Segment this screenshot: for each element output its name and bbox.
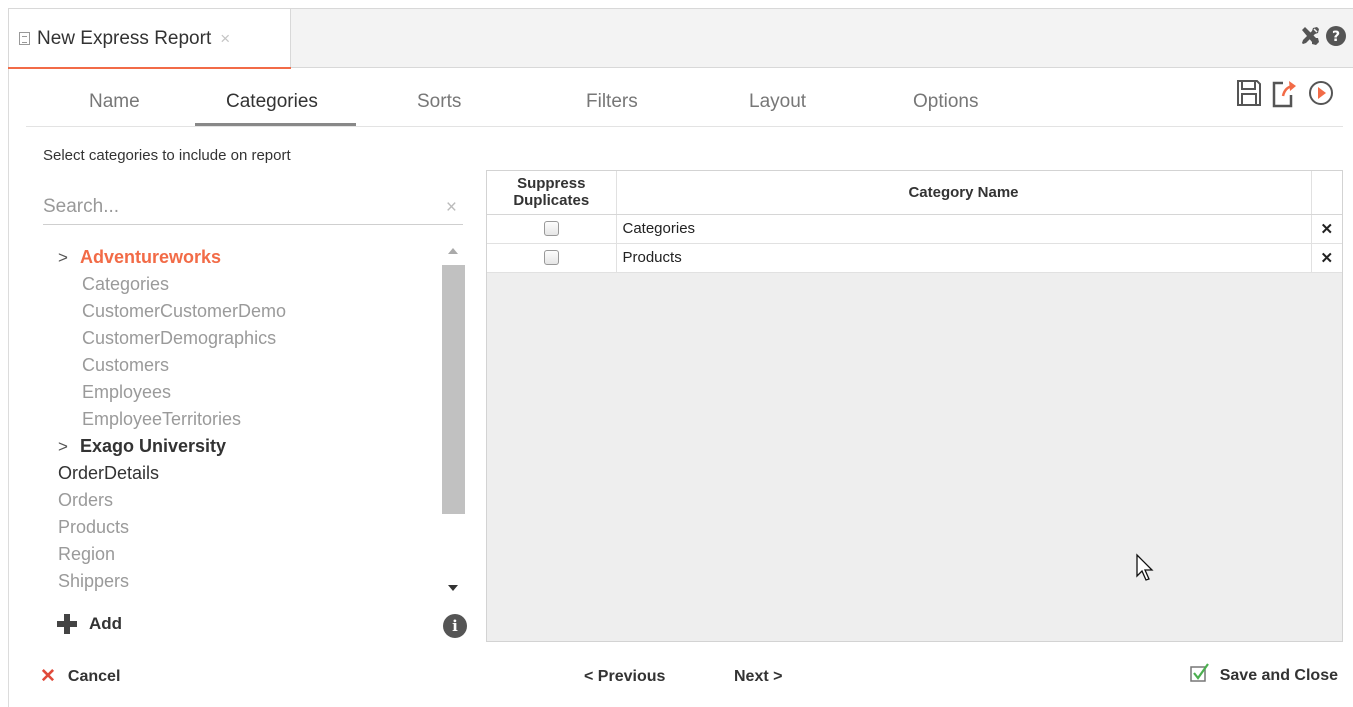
document-tab-bar: New Express Report × ?: [8, 8, 1353, 69]
previous-button[interactable]: < Previous: [584, 668, 665, 686]
next-button[interactable]: Next >: [734, 668, 782, 686]
selected-categories-grid: Suppress Duplicates Category Name Catego…: [486, 170, 1343, 642]
table-row[interactable]: Categories ✕: [487, 214, 1342, 244]
tree-item[interactable]: Employees: [58, 379, 438, 406]
table-row[interactable]: Products ✕: [487, 243, 1342, 273]
document-tab-title: New Express Report: [37, 27, 212, 49]
tree-item[interactable]: CustomerDemographics: [58, 325, 438, 352]
chevron-right-icon: >: [58, 248, 68, 267]
tree-item[interactable]: EmployeeTerritories: [58, 406, 438, 433]
add-button[interactable]: Add: [57, 614, 122, 634]
tab-name[interactable]: Name: [89, 91, 140, 113]
report-document-icon: [19, 32, 30, 45]
category-name-cell[interactable]: Products: [616, 243, 1312, 273]
top-toolbar: ?: [1299, 25, 1347, 52]
tree-item[interactable]: Products: [58, 514, 438, 541]
delete-row-icon[interactable]: ✕: [1311, 243, 1342, 273]
search-box: ×: [43, 190, 463, 225]
chevron-left-icon: <: [584, 668, 594, 685]
category-tree: > Adventureworks Categories CustomerCusto…: [58, 244, 438, 595]
info-icon[interactable]: i: [443, 614, 467, 638]
scrollbar-thumb[interactable]: [442, 265, 465, 514]
tree-item[interactable]: CustomerCustomerDemo: [58, 298, 438, 325]
tree-item[interactable]: OrderDetails: [58, 460, 438, 487]
tree-item[interactable]: Categories: [58, 271, 438, 298]
tab-layout[interactable]: Layout: [749, 91, 806, 113]
suppress-cell: [487, 214, 617, 244]
scroll-up-arrow-icon[interactable]: [448, 248, 458, 254]
scroll-down-arrow-icon[interactable]: [448, 585, 458, 591]
chevron-right-icon: >: [773, 668, 783, 685]
search-input[interactable]: [43, 190, 433, 224]
tab-filters[interactable]: Filters: [586, 91, 638, 113]
categories-table: Suppress Duplicates Category Name Catego…: [487, 171, 1342, 273]
report-actions: [1236, 78, 1334, 113]
export-icon[interactable]: [1271, 78, 1299, 113]
tree-item[interactable]: Region: [58, 541, 438, 568]
delete-row-icon[interactable]: ✕: [1311, 214, 1342, 244]
category-name-header[interactable]: Category Name: [616, 171, 1312, 215]
suppress-duplicates-checkbox[interactable]: [543, 250, 559, 265]
tree-scrollbar[interactable]: [442, 240, 465, 601]
save-icon[interactable]: [1236, 79, 1262, 112]
tree-folder-adventureworks[interactable]: > Adventureworks: [58, 244, 438, 271]
tools-icon[interactable]: [1299, 25, 1321, 52]
tabs-divider: [26, 126, 1343, 127]
run-icon[interactable]: [1308, 80, 1334, 111]
tab-options[interactable]: Options: [913, 91, 978, 113]
category-name-cell[interactable]: Categories: [616, 214, 1312, 244]
cancel-button[interactable]: ✕ Cancel: [40, 665, 120, 688]
tree-item[interactable]: Orders: [58, 487, 438, 514]
tab-categories[interactable]: Categories: [226, 91, 318, 113]
save-and-close-button[interactable]: Save and Close: [1189, 663, 1338, 688]
delete-column-header: [1311, 171, 1342, 215]
tree-item[interactable]: Customers: [58, 352, 438, 379]
suppress-cell: [487, 243, 617, 273]
help-icon[interactable]: ?: [1325, 25, 1347, 52]
tree-item[interactable]: Shippers: [58, 568, 438, 595]
svg-text:?: ?: [1332, 29, 1340, 45]
plus-icon: [57, 614, 77, 634]
cancel-x-icon: ✕: [40, 666, 56, 687]
tree-folder-exago-university[interactable]: > Exago University: [58, 433, 438, 460]
clear-search-icon[interactable]: ×: [446, 197, 457, 219]
table-header-row: Suppress Duplicates Category Name: [487, 171, 1342, 215]
suppress-duplicates-header[interactable]: Suppress Duplicates: [487, 171, 617, 215]
suppress-duplicates-checkbox[interactable]: [543, 221, 559, 236]
chevron-right-icon: >: [58, 437, 68, 456]
mouse-cursor-icon: [1135, 553, 1159, 588]
close-tab-icon[interactable]: ×: [220, 29, 230, 49]
window-border: [8, 68, 9, 707]
document-tab[interactable]: New Express Report ×: [8, 8, 291, 69]
checkbox-check-icon: [1189, 663, 1210, 688]
tab-sorts[interactable]: Sorts: [417, 91, 461, 113]
instruction-text: Select categories to include on report: [43, 147, 291, 164]
